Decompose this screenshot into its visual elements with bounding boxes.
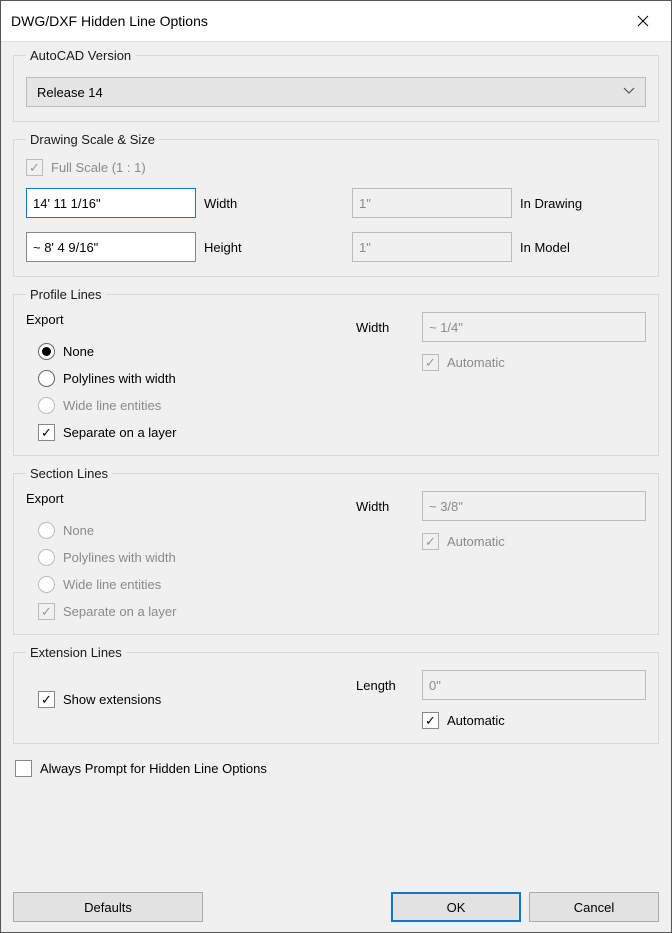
in-model-input: 1": [352, 232, 512, 262]
in-drawing-label: In Drawing: [520, 196, 640, 211]
autocad-version-select[interactable]: Release 14: [26, 77, 646, 107]
in-model-label: In Model: [520, 240, 640, 255]
button-bar: Defaults OK Cancel: [13, 884, 659, 922]
section-width-input: ~ 3/8": [422, 491, 646, 521]
profile-automatic-checkbox: ✓: [422, 354, 439, 371]
profile-width-label: Width: [356, 320, 412, 335]
drawing-scale-legend: Drawing Scale & Size: [26, 132, 159, 147]
profile-lines-legend: Profile Lines: [26, 287, 106, 302]
show-extensions-checkbox[interactable]: ✓: [38, 691, 55, 708]
cancel-button[interactable]: Cancel: [529, 892, 659, 922]
extension-automatic-checkbox[interactable]: ✓: [422, 712, 439, 729]
window-title: DWG/DXF Hidden Line Options: [11, 13, 208, 29]
profile-separate-label: Separate on a layer: [63, 425, 176, 440]
section-automatic-checkbox: ✓: [422, 533, 439, 550]
in-drawing-input: 1": [352, 188, 512, 218]
height-label: Height: [204, 240, 344, 255]
section-separate-label: Separate on a layer: [63, 604, 176, 619]
section-separate-checkbox: ✓: [38, 603, 55, 620]
profile-wideline-label: Wide line entities: [63, 398, 161, 413]
profile-polylines-label: Polylines with width: [63, 371, 176, 386]
drawing-scale-group: Drawing Scale & Size ✓ Full Scale (1 : 1…: [13, 132, 659, 277]
autocad-version-group: AutoCAD Version Release 14: [13, 48, 659, 122]
section-polylines-radio: [38, 549, 55, 566]
ok-button[interactable]: OK: [391, 892, 521, 922]
section-none-radio: [38, 522, 55, 539]
show-extensions-label: Show extensions: [63, 692, 161, 707]
profile-lines-group: Profile Lines Export None Polylines with…: [13, 287, 659, 456]
profile-wideline-radio: [38, 397, 55, 414]
extension-lines-group: Extension Lines ✓ Show extensions Length…: [13, 645, 659, 744]
section-export-label: Export: [26, 491, 316, 506]
profile-none-radio[interactable]: [38, 343, 55, 360]
section-polylines-label: Polylines with width: [63, 550, 176, 565]
autocad-version-value: Release 14: [37, 85, 103, 100]
width-input[interactable]: 14' 11 1/16": [26, 188, 196, 218]
section-wideline-radio: [38, 576, 55, 593]
always-prompt-label: Always Prompt for Hidden Line Options: [40, 761, 267, 776]
extension-length-label: Length: [356, 678, 412, 693]
profile-automatic-label: Automatic: [447, 355, 505, 370]
extension-lines-legend: Extension Lines: [26, 645, 126, 660]
profile-width-input: ~ 1/4": [422, 312, 646, 342]
section-width-label: Width: [356, 499, 412, 514]
full-scale-label: Full Scale (1 : 1): [51, 160, 146, 175]
section-automatic-label: Automatic: [447, 534, 505, 549]
profile-none-label: None: [63, 344, 94, 359]
section-wideline-label: Wide line entities: [63, 577, 161, 592]
defaults-button[interactable]: Defaults: [13, 892, 203, 922]
profile-export-label: Export: [26, 312, 316, 327]
section-lines-legend: Section Lines: [26, 466, 112, 481]
extension-automatic-label: Automatic: [447, 713, 505, 728]
section-lines-group: Section Lines Export None Polylines with…: [13, 466, 659, 635]
always-prompt-checkbox[interactable]: [15, 760, 32, 777]
profile-polylines-radio[interactable]: [38, 370, 55, 387]
width-label: Width: [204, 196, 344, 211]
extension-length-input: 0": [422, 670, 646, 700]
full-scale-checkbox: ✓: [26, 159, 43, 176]
profile-separate-checkbox[interactable]: ✓: [38, 424, 55, 441]
dialog-content: AutoCAD Version Release 14 Drawing Scale…: [1, 41, 671, 932]
close-button[interactable]: [625, 9, 661, 33]
autocad-version-legend: AutoCAD Version: [26, 48, 135, 63]
chevron-down-icon: [623, 86, 635, 98]
titlebar: DWG/DXF Hidden Line Options: [1, 1, 671, 41]
height-input[interactable]: ~ 8' 4 9/16": [26, 232, 196, 262]
section-none-label: None: [63, 523, 94, 538]
